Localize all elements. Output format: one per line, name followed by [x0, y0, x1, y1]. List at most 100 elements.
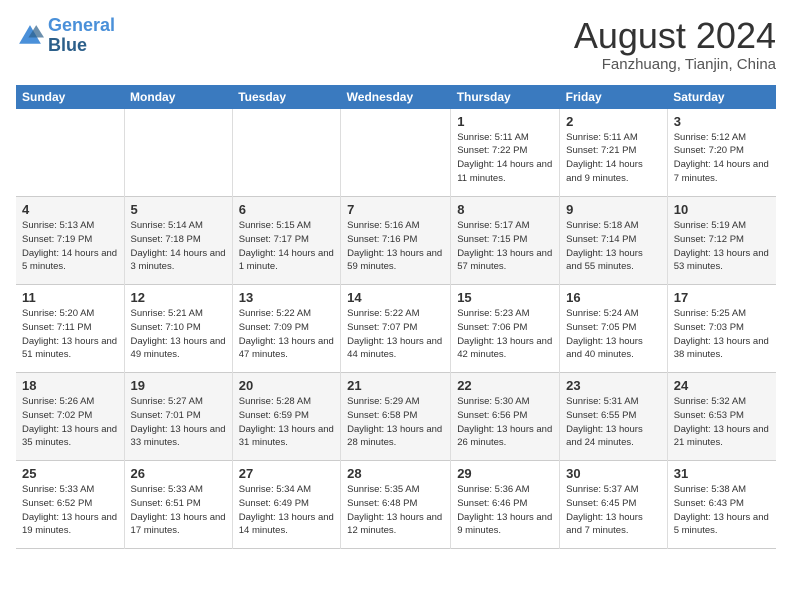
day-info: Sunrise: 5:24 AMSunset: 7:05 PMDaylight:… [566, 307, 661, 362]
calendar-cell: 21 Sunrise: 5:29 AMSunset: 6:58 PMDayligh… [341, 373, 451, 461]
calendar-cell: 8 Sunrise: 5:17 AMSunset: 7:15 PMDaylight… [451, 197, 560, 285]
calendar-cell: 23 Sunrise: 5:31 AMSunset: 6:55 PMDayligh… [560, 373, 668, 461]
location-subtitle: Fanzhuang, Tianjin, China [574, 56, 776, 73]
day-number: 12 [131, 290, 226, 305]
day-info: Sunrise: 5:29 AMSunset: 6:58 PMDaylight:… [347, 395, 444, 450]
weekday-header-wednesday: Wednesday [341, 85, 451, 109]
calendar-cell [16, 109, 124, 197]
weekday-header-tuesday: Tuesday [232, 85, 340, 109]
day-info: Sunrise: 5:27 AMSunset: 7:01 PMDaylight:… [131, 395, 226, 450]
day-info: Sunrise: 5:31 AMSunset: 6:55 PMDaylight:… [566, 395, 661, 450]
day-number: 11 [22, 290, 118, 305]
day-info: Sunrise: 5:17 AMSunset: 7:15 PMDaylight:… [457, 219, 553, 274]
day-number: 1 [457, 114, 553, 129]
calendar-week-row: 25Sunrise: 5:33 AMSunset: 6:52 PMDayligh… [16, 461, 776, 549]
calendar-cell: 12 Sunrise: 5:21 AMSunset: 7:10 PMDayligh… [124, 285, 232, 373]
day-info: Sunrise: 5:16 AMSunset: 7:16 PMDaylight:… [347, 219, 444, 274]
day-number: 4 [22, 202, 118, 217]
calendar-week-row: 1Sunrise: 5:11 AMSunset: 7:22 PMDaylight… [16, 109, 776, 197]
day-number: 19 [131, 378, 226, 393]
day-number: 20 [239, 378, 334, 393]
day-number: 23 [566, 378, 661, 393]
day-info: Sunrise: 5:37 AMSunset: 6:45 PMDaylight:… [566, 483, 661, 538]
calendar-cell: 3Sunrise: 5:12 AMSunset: 7:20 PMDaylight… [667, 109, 776, 197]
day-number: 27 [239, 466, 334, 481]
calendar-cell: 15Sunrise: 5:23 AMSunset: 7:06 PMDayligh… [451, 285, 560, 373]
calendar-week-row: 18Sunrise: 5:26 AMSunset: 7:02 PMDayligh… [16, 373, 776, 461]
calendar-cell: 11 Sunrise: 5:20 AMSunset: 7:11 PMDayligh… [16, 285, 124, 373]
calendar-cell: 25Sunrise: 5:33 AMSunset: 6:52 PMDayligh… [16, 461, 124, 549]
calendar-cell: 29Sunrise: 5:36 AMSunset: 6:46 PMDayligh… [451, 461, 560, 549]
calendar-cell: 16 Sunrise: 5:24 AMSunset: 7:05 PMDayligh… [560, 285, 668, 373]
day-number: 13 [239, 290, 334, 305]
calendar-cell: 24Sunrise: 5:32 AMSunset: 6:53 PMDayligh… [667, 373, 776, 461]
day-info: Sunrise: 5:11 AMSunset: 7:21 PMDaylight:… [566, 131, 661, 186]
calendar-cell: 2 Sunrise: 5:11 AMSunset: 7:21 PMDaylight… [560, 109, 668, 197]
day-info: Sunrise: 5:38 AMSunset: 6:43 PMDaylight:… [674, 483, 770, 538]
header: General Blue August 2024 Fanzhuang, Tian… [16, 16, 776, 73]
weekday-header-sunday: Sunday [16, 85, 124, 109]
day-number: 28 [347, 466, 444, 481]
calendar-cell: 28 Sunrise: 5:35 AMSunset: 6:48 PMDayligh… [341, 461, 451, 549]
day-number: 26 [131, 466, 226, 481]
day-number: 24 [674, 378, 770, 393]
day-number: 29 [457, 466, 553, 481]
logo-icon [16, 22, 44, 50]
day-info: Sunrise: 5:13 AMSunset: 7:19 PMDaylight:… [22, 219, 118, 274]
day-number: 8 [457, 202, 553, 217]
day-number: 2 [566, 114, 661, 129]
calendar-week-row: 11 Sunrise: 5:20 AMSunset: 7:11 PMDayligh… [16, 285, 776, 373]
day-info: Sunrise: 5:34 AMSunset: 6:49 PMDaylight:… [239, 483, 334, 538]
weekday-header-friday: Friday [560, 85, 668, 109]
day-info: Sunrise: 5:14 AMSunset: 7:18 PMDaylight:… [131, 219, 226, 274]
day-info: Sunrise: 5:22 AMSunset: 7:09 PMDaylight:… [239, 307, 334, 362]
day-number: 18 [22, 378, 118, 393]
day-info: Sunrise: 5:33 AMSunset: 6:52 PMDaylight:… [22, 483, 118, 538]
logo-text: General Blue [48, 16, 115, 56]
weekday-header-monday: Monday [124, 85, 232, 109]
day-info: Sunrise: 5:23 AMSunset: 7:06 PMDaylight:… [457, 307, 553, 362]
day-number: 22 [457, 378, 553, 393]
day-number: 14 [347, 290, 444, 305]
title-area: August 2024 Fanzhuang, Tianjin, China [574, 16, 776, 73]
calendar-cell: 7 Sunrise: 5:16 AMSunset: 7:16 PMDaylight… [341, 197, 451, 285]
day-info: Sunrise: 5:12 AMSunset: 7:20 PMDaylight:… [674, 131, 770, 186]
day-info: Sunrise: 5:35 AMSunset: 6:48 PMDaylight:… [347, 483, 444, 538]
calendar-table: SundayMondayTuesdayWednesdayThursdayFrid… [16, 85, 776, 550]
calendar-cell: 22Sunrise: 5:30 AMSunset: 6:56 PMDayligh… [451, 373, 560, 461]
day-info: Sunrise: 5:25 AMSunset: 7:03 PMDaylight:… [674, 307, 770, 362]
calendar-cell: 26 Sunrise: 5:33 AMSunset: 6:51 PMDayligh… [124, 461, 232, 549]
day-number: 16 [566, 290, 661, 305]
calendar-cell: 27 Sunrise: 5:34 AMSunset: 6:49 PMDayligh… [232, 461, 340, 549]
day-info: Sunrise: 5:28 AMSunset: 6:59 PMDaylight:… [239, 395, 334, 450]
calendar-cell: 13 Sunrise: 5:22 AMSunset: 7:09 PMDayligh… [232, 285, 340, 373]
calendar-cell: 5 Sunrise: 5:14 AMSunset: 7:18 PMDaylight… [124, 197, 232, 285]
day-number: 10 [674, 202, 770, 217]
day-number: 31 [674, 466, 770, 481]
day-number: 21 [347, 378, 444, 393]
day-number: 5 [131, 202, 226, 217]
calendar-cell: 14Sunrise: 5:22 AMSunset: 7:07 PMDayligh… [341, 285, 451, 373]
calendar-cell: 17 Sunrise: 5:25 AMSunset: 7:03 PMDayligh… [667, 285, 776, 373]
month-title: August 2024 [574, 16, 776, 56]
calendar-cell: 20 Sunrise: 5:28 AMSunset: 6:59 PMDayligh… [232, 373, 340, 461]
day-number: 30 [566, 466, 661, 481]
calendar-cell: 10Sunrise: 5:19 AMSunset: 7:12 PMDayligh… [667, 197, 776, 285]
day-info: Sunrise: 5:20 AMSunset: 7:11 PMDaylight:… [22, 307, 118, 362]
calendar-week-row: 4 Sunrise: 5:13 AMSunset: 7:19 PMDaylight… [16, 197, 776, 285]
calendar-cell: 31 Sunrise: 5:38 AMSunset: 6:43 PMDayligh… [667, 461, 776, 549]
calendar-cell: 30 Sunrise: 5:37 AMSunset: 6:45 PMDayligh… [560, 461, 668, 549]
weekday-header-row: SundayMondayTuesdayWednesdayThursdayFrid… [16, 85, 776, 109]
calendar-cell: 19 Sunrise: 5:27 AMSunset: 7:01 PMDayligh… [124, 373, 232, 461]
calendar-cell: 9Sunrise: 5:18 AMSunset: 7:14 PMDaylight… [560, 197, 668, 285]
calendar-cell [124, 109, 232, 197]
day-number: 7 [347, 202, 444, 217]
day-number: 17 [674, 290, 770, 305]
calendar-cell: 6Sunrise: 5:15 AMSunset: 7:17 PMDaylight… [232, 197, 340, 285]
calendar-cell: 18Sunrise: 5:26 AMSunset: 7:02 PMDayligh… [16, 373, 124, 461]
day-info: Sunrise: 5:21 AMSunset: 7:10 PMDaylight:… [131, 307, 226, 362]
calendar-cell: 1Sunrise: 5:11 AMSunset: 7:22 PMDaylight… [451, 109, 560, 197]
day-info: Sunrise: 5:33 AMSunset: 6:51 PMDaylight:… [131, 483, 226, 538]
day-number: 9 [566, 202, 661, 217]
calendar-cell: 4 Sunrise: 5:13 AMSunset: 7:19 PMDaylight… [16, 197, 124, 285]
